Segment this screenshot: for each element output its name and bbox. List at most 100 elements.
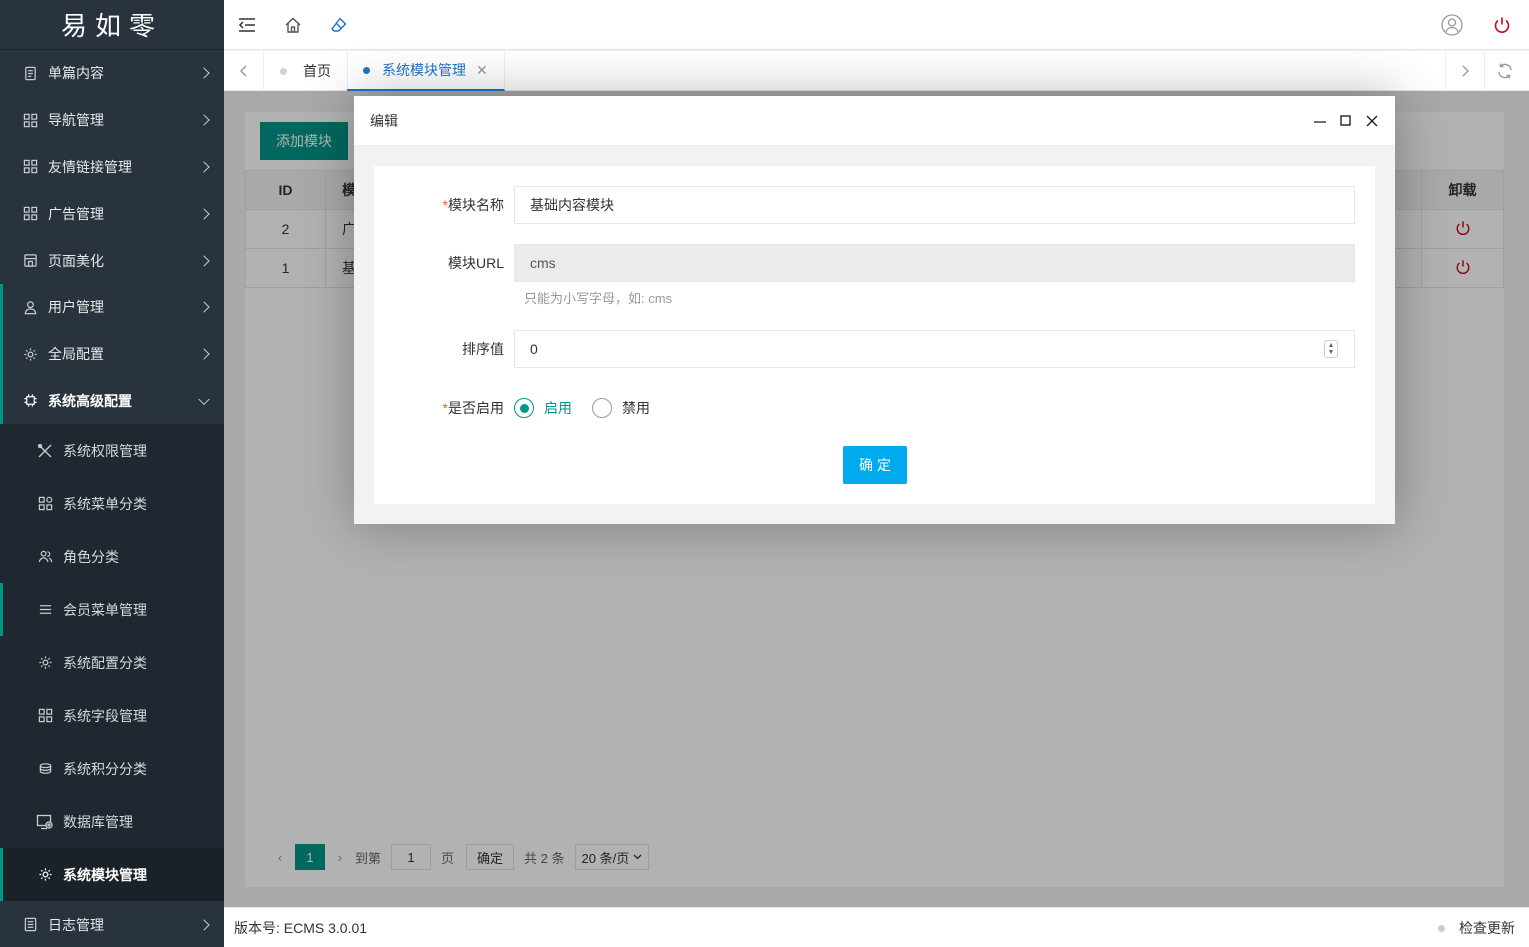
tab-module-manage[interactable]: 系统模块管理 ✕ [347, 51, 505, 91]
submenu-advanced-config: 系统权限管理 系统菜单分类 角色分类 会员菜单管理 系统配置分类 系统字段管理 … [0, 424, 224, 902]
sidebar-subitem-database[interactable]: 数据库管理 [0, 795, 224, 848]
radio-checked-icon [514, 398, 534, 418]
sort-value: 0 [530, 341, 538, 357]
footer: 版本号: ECMS 3.0.01 检查更新 [224, 907, 1529, 947]
module-url-input: cms [514, 244, 1355, 282]
tab-label: 首页 [303, 63, 331, 79]
sidebar-subitem-module-manage[interactable]: 系统模块管理 [0, 848, 224, 902]
gear-icon [22, 346, 38, 362]
document-icon [22, 65, 38, 81]
sidebar-item-label: 页面美化 [48, 252, 104, 269]
sidebar-item-single-content[interactable]: 单篇内容 [0, 50, 224, 97]
sidebar-item-advanced-config[interactable]: 系统高级配置 [0, 377, 224, 425]
sidebar-subitem-label: 系统权限管理 [63, 442, 147, 459]
submit-button[interactable]: 确定 [843, 446, 907, 484]
status-dot [1438, 924, 1445, 932]
sidebar-item-users[interactable]: 用户管理 [0, 283, 224, 331]
close-icon[interactable] [1363, 112, 1381, 130]
store-icon [22, 253, 38, 269]
radio-unchecked-icon [592, 398, 612, 418]
minimize-icon[interactable] [1311, 112, 1329, 130]
gear-icon [36, 866, 54, 884]
form-row-sort: 排序值 0 ▲ ▼ [374, 330, 1375, 368]
close-icon[interactable]: ✕ [476, 62, 488, 79]
grid-icon [22, 112, 38, 128]
sidebar-item-global-config[interactable]: 全局配置 [0, 330, 224, 378]
modal-title: 编辑 [370, 112, 398, 129]
sidebar-subitem-menu-category[interactable]: 系统菜单分类 [0, 477, 224, 530]
enabled-label: *是否启用 [374, 398, 514, 418]
coins-icon [36, 760, 54, 778]
tab-scroll-right-icon[interactable] [1445, 51, 1485, 91]
sidebar-subitem-role-category[interactable]: 角色分类 [0, 530, 224, 583]
users-icon [36, 548, 54, 566]
database-settings-icon [36, 813, 54, 831]
number-stepper-icon[interactable]: ▲ ▼ [1324, 340, 1338, 358]
sort-label: 排序值 [462, 341, 504, 357]
sidebar-item-page-beautify[interactable]: 页面美化 [0, 237, 224, 284]
edit-form: *模块名称 基础内容模块 模块URL cms 只能为小写字母，如: cms 排序… [374, 166, 1375, 504]
module-name-label: *模块名称 [374, 195, 514, 215]
sidebar-item-friend-links[interactable]: 友情链接管理 [0, 144, 224, 191]
radio-disable[interactable]: 禁用 [592, 398, 650, 418]
chip-icon [22, 393, 38, 409]
sidebar-subitem-label: 系统字段管理 [63, 707, 147, 724]
edit-modal: 编辑 *模块名称 基础内容模块 模块URL cms 只能为小写字母，如: cms… [354, 96, 1395, 524]
gear-icon [36, 654, 54, 672]
power-icon[interactable] [1490, 13, 1514, 37]
modal-body: *模块名称 基础内容模块 模块URL cms 只能为小写字母，如: cms 排序… [354, 146, 1395, 524]
sidebar-item-label: 友情链接管理 [48, 158, 132, 175]
top-header [224, 0, 1529, 50]
sidebar-subitem-label: 系统配置分类 [63, 654, 147, 671]
radio-enable[interactable]: 启用 [514, 398, 572, 418]
tab-home[interactable]: 首页 [264, 51, 348, 91]
sidebar-item-navigation[interactable]: 导航管理 [0, 97, 224, 144]
form-row-name: *模块名称 基础内容模块 [374, 186, 1375, 224]
sidebar-subitem-member-menu[interactable]: 会员菜单管理 [0, 583, 224, 637]
check-update-link[interactable]: 检查更新 [1459, 918, 1515, 938]
apps-icon [36, 495, 54, 513]
sidebar-subitem-label: 会员菜单管理 [63, 601, 147, 618]
module-url-hint: 只能为小写字母，如: cms [524, 291, 673, 306]
radio-label: 启用 [544, 400, 572, 416]
sidebar-item-label: 用户管理 [48, 299, 104, 316]
sidebar-subitem-label: 系统模块管理 [63, 866, 147, 883]
sidebar-item-label: 导航管理 [48, 112, 104, 129]
chevron-right-icon [198, 919, 210, 931]
sidebar-item-logs[interactable]: 日志管理 [0, 901, 224, 947]
collapse-menu-icon[interactable] [235, 13, 259, 37]
tab-scroll-left-icon[interactable] [224, 51, 264, 91]
maximize-icon[interactable] [1336, 111, 1354, 129]
radio-label: 禁用 [622, 400, 650, 416]
chevron-right-icon [198, 114, 210, 126]
chevron-right-icon [198, 348, 210, 360]
sidebar: 易如零 单篇内容 导航管理 友情链接管理 广告管理 页面美化 用户管理 全局配置… [0, 0, 224, 947]
sidebar-subitem-field-manage[interactable]: 系统字段管理 [0, 689, 224, 742]
chevron-right-icon [198, 67, 210, 80]
module-name-input[interactable]: 基础内容模块 [514, 186, 1355, 224]
label-text: 模块名称 [448, 197, 504, 213]
sidebar-item-ads[interactable]: 广告管理 [0, 190, 224, 237]
sidebar-subitem-label: 系统积分分类 [63, 760, 147, 777]
refresh-icon[interactable] [1485, 51, 1525, 91]
sidebar-subitem-permissions[interactable]: 系统权限管理 [0, 424, 224, 477]
grid-icon [36, 707, 54, 725]
sidebar-item-label: 广告管理 [48, 205, 104, 222]
avatar-icon[interactable] [1440, 13, 1464, 37]
chevron-right-icon [198, 254, 210, 267]
tab-status-dot [280, 67, 287, 75]
sidebar-subitem-config-category[interactable]: 系统配置分类 [0, 636, 224, 689]
tools-icon [36, 442, 54, 460]
home-icon[interactable] [281, 13, 305, 37]
form-row-enabled: *是否启用 启用 禁用 [374, 393, 1375, 423]
sidebar-subitem-label: 数据库管理 [63, 813, 133, 830]
chevron-down-icon [198, 393, 210, 406]
chevron-right-icon [198, 208, 210, 220]
sidebar-item-label: 全局配置 [48, 346, 104, 363]
sidebar-subitem-label: 系统菜单分类 [63, 495, 147, 512]
chevron-right-icon [198, 301, 210, 314]
sidebar-subitem-points-category[interactable]: 系统积分分类 [0, 742, 224, 795]
eraser-icon[interactable] [327, 13, 351, 37]
sort-input[interactable]: 0 ▲ ▼ [514, 330, 1355, 368]
log-icon [22, 917, 38, 933]
